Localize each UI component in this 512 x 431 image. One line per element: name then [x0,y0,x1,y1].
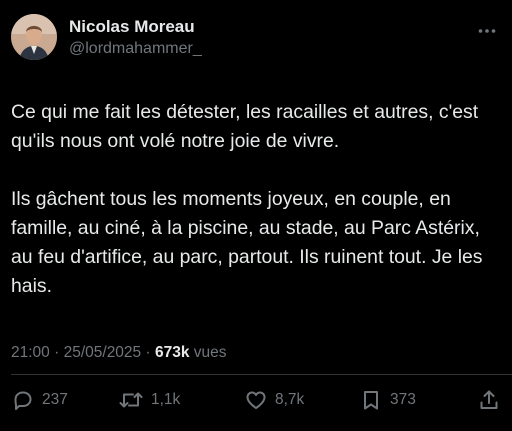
tweet-paragraph: Ce qui me fait les détester, les racaill… [11,101,479,152]
divider [11,374,512,375]
views-label: vues [193,344,227,361]
meta-separator: · [145,344,151,361]
bookmark-icon [359,388,383,412]
heart-icon [244,388,268,412]
repost-button[interactable]: 1,1k [118,385,180,415]
like-button[interactable]: 8,7k [244,385,304,415]
handle[interactable]: @lordmahammer_ [69,38,202,60]
tweet-text: Ce qui me fait les détester, les racaill… [11,98,505,301]
repost-icon [118,388,144,412]
action-bar: 237 1,1k 8,7k 373 [11,385,501,415]
more-horizontal-icon[interactable] [476,20,498,42]
share-button[interactable] [477,385,501,415]
bookmark-button[interactable]: 373 [359,385,416,415]
author-names: Nicolas Moreau @lordmahammer_ [69,15,202,60]
tweet-date[interactable]: 25/05/2025 [64,344,142,361]
bookmark-count: 373 [390,391,416,408]
display-name[interactable]: Nicolas Moreau [69,16,202,38]
meta-separator: · [54,344,60,361]
share-icon [477,388,501,412]
avatar[interactable] [11,14,57,60]
reply-button[interactable]: 237 [11,385,68,415]
reply-count: 237 [42,391,68,408]
tweet-time[interactable]: 21:00 [11,344,50,361]
reply-icon [11,388,35,412]
tweet-header: Nicolas Moreau @lordmahammer_ [11,14,202,60]
repost-count: 1,1k [151,391,181,408]
like-count: 8,7k [275,391,305,408]
tweet-meta: 21:00 · 25/05/2025 · 673k vues [11,344,227,362]
views-count[interactable]: 673k [155,344,189,361]
tweet-paragraph: Ils gâchent tous les moments joyeux, en … [11,188,483,297]
